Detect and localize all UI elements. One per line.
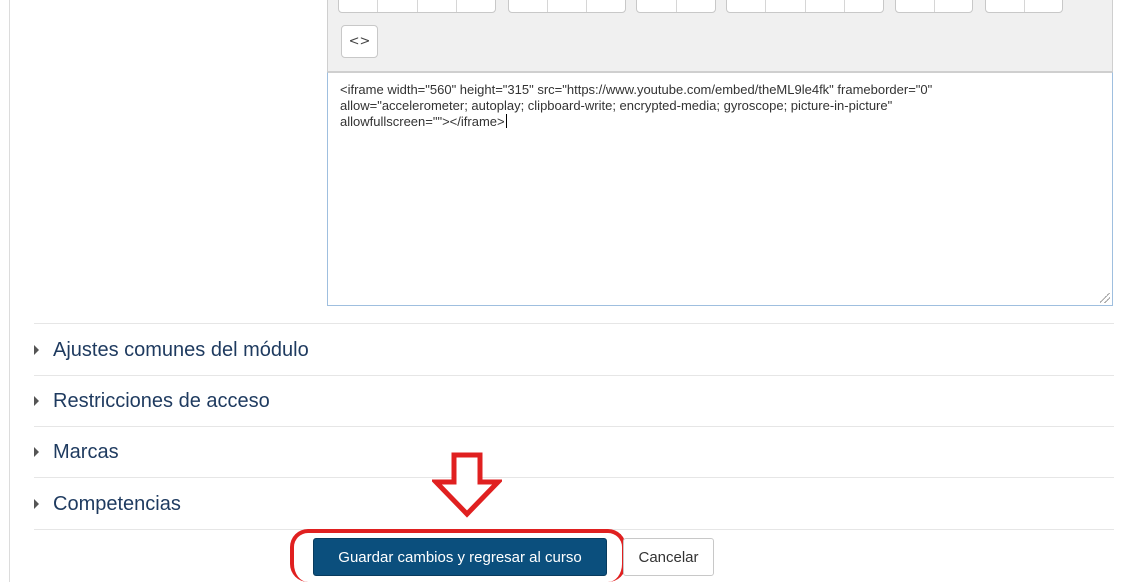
expand-triangle-icon (34, 499, 39, 509)
section-label: Ajustes comunes del módulo (53, 338, 309, 361)
editor-textarea[interactable]: <iframe width="560" height="315" src="ht… (327, 72, 1113, 306)
page-left-border (9, 0, 10, 582)
divider (34, 426, 1114, 427)
text-caret (505, 114, 507, 128)
toolbar-button-group-1[interactable] (338, 0, 496, 13)
toolbar-button-group-6[interactable] (985, 0, 1063, 13)
divider (34, 375, 1114, 376)
divider (34, 477, 1114, 478)
annotation-down-arrow-icon (432, 452, 502, 518)
section-ajustes-comunes[interactable]: Ajustes comunes del módulo (34, 335, 309, 365)
editor-toolbar: <> (327, 0, 1113, 72)
toolbar-button-group-2[interactable] (508, 0, 626, 13)
section-restricciones-acceso[interactable]: Restricciones de acceso (34, 386, 270, 416)
code-brackets-icon: <> (348, 34, 371, 49)
expand-triangle-icon (34, 447, 39, 457)
divider (34, 323, 1114, 324)
expand-triangle-icon (34, 345, 39, 355)
cancel-button[interactable]: Cancelar (623, 538, 714, 576)
resize-grip-icon[interactable] (1100, 293, 1110, 303)
section-marcas[interactable]: Marcas (34, 437, 119, 467)
expand-triangle-icon (34, 396, 39, 406)
toolbar-button-group-3[interactable] (636, 0, 716, 13)
html-toggle-button[interactable]: <> (341, 25, 378, 58)
section-label: Marcas (53, 440, 119, 463)
editor-code: <iframe width="560" height="315" src="ht… (340, 82, 933, 129)
toolbar-button-group-5[interactable] (895, 0, 973, 13)
toolbar-button-group-4[interactable] (726, 0, 884, 13)
section-label: Restricciones de acceso (53, 389, 270, 412)
section-label: Competencias (53, 492, 181, 515)
save-and-return-button[interactable]: Guardar cambios y regresar al curso (313, 538, 607, 576)
section-competencias[interactable]: Competencias (34, 489, 181, 519)
